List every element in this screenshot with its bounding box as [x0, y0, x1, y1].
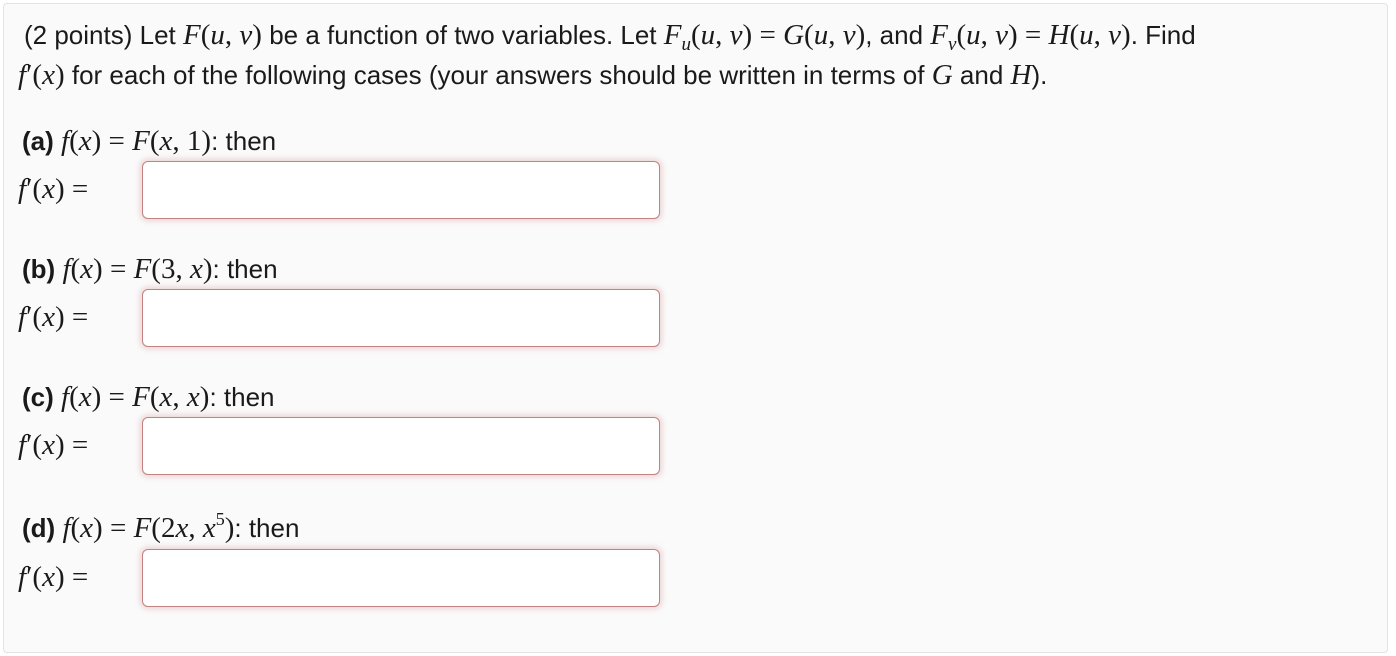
part-d-answer-input[interactable]	[142, 549, 660, 607]
then-text: : then	[234, 513, 300, 543]
part-b-label: (b)	[22, 254, 56, 284]
part-a-fprime-label: f′(x) =	[18, 173, 89, 205]
problem-panel: (2 points) Let F(u, v) be a function of …	[3, 3, 1388, 653]
part-a-prompt: (a) f(x) = F(x, 1): then	[22, 125, 277, 157]
statement-text: Let	[139, 20, 176, 50]
statement-text: for each of the following cases (your an…	[71, 60, 925, 90]
part-c-answer-input[interactable]	[142, 417, 660, 475]
part-b-prompt: (b) f(x) = F(3, x): then	[22, 253, 278, 285]
part-c-prompt: (c) f(x) = F(x, x): then	[22, 381, 275, 413]
part-b-fprime-label: f′(x) =	[18, 301, 89, 333]
part-a-answer-input[interactable]	[142, 161, 660, 219]
then-text: : then	[209, 382, 275, 412]
statement-text: , and	[865, 20, 924, 50]
then-text: : then	[211, 126, 277, 156]
part-a-label: (a)	[22, 126, 54, 156]
math-F-uv: F	[183, 19, 201, 51]
statement-text: and	[959, 60, 1004, 90]
part-d-fprime-label: f′(x) =	[18, 561, 89, 593]
statement-text: ).	[1031, 60, 1048, 90]
math-Fv: Fv	[930, 19, 957, 55]
part-c-label: (c)	[22, 382, 54, 412]
then-text: : then	[212, 254, 278, 284]
math-fprime-x: f	[18, 59, 27, 91]
statement-text: be a function of two variables. Let	[269, 20, 657, 50]
statement-text: . Find	[1130, 20, 1196, 50]
part-c-fprime-label: f′(x) =	[18, 429, 89, 461]
part-d-label: (d)	[22, 513, 56, 543]
math-Fu: Fu	[663, 19, 691, 55]
problem-statement-line-2: f′(x) for each of the following cases (y…	[18, 59, 1048, 91]
points-label: (2 points)	[24, 20, 133, 50]
part-d-prompt: (d) f(x) = F(2x, x5): then	[22, 509, 300, 544]
problem-statement-line-1: (2 points) Let F(u, v) be a function of …	[24, 19, 1196, 55]
part-b-answer-input[interactable]	[142, 289, 660, 347]
